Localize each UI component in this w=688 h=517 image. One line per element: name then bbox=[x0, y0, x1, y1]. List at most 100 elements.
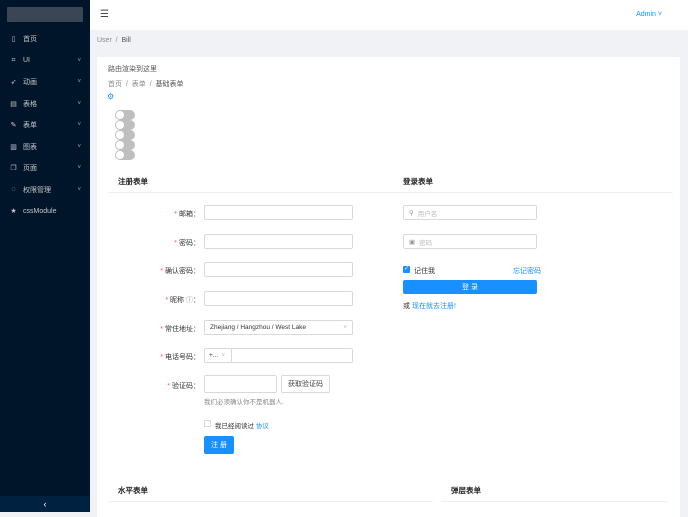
register-now-link[interactable]: 现在就去注册! bbox=[412, 303, 456, 310]
sidebar-item-label: 动画 bbox=[23, 79, 37, 86]
sidebar-item-label: 权限管理 bbox=[23, 186, 51, 194]
chevron-down-icon: ˅ bbox=[77, 143, 81, 150]
sidebar-item[interactable]: ▥ 图表 ˅ bbox=[0, 137, 90, 157]
field-label: * 电话号码： bbox=[160, 354, 200, 361]
field-label: * 昵称 ⓘ： bbox=[165, 297, 200, 304]
sidebar-item-label: 表单 bbox=[23, 122, 37, 129]
star-icon: ★ bbox=[10, 208, 17, 215]
sidebar-item-label: 页面 bbox=[23, 165, 37, 172]
label-text: 验证码 bbox=[172, 383, 193, 390]
remember-label: 记住我 bbox=[414, 268, 435, 275]
chevron-down-icon: ˅ bbox=[77, 79, 81, 85]
sidebar-item-label: UI bbox=[23, 57, 30, 64]
sidebar-item-label: 首页 bbox=[23, 36, 37, 43]
toggle-switch[interactable] bbox=[115, 110, 135, 120]
crumb-home[interactable]: 首页 bbox=[108, 81, 122, 88]
separator: / bbox=[115, 37, 118, 44]
mobile-icon: ▯ bbox=[11, 36, 16, 43]
breadcrumb-bill: Bill bbox=[121, 37, 131, 44]
agree-checkbox[interactable] bbox=[204, 420, 211, 427]
toggle-switch[interactable] bbox=[115, 120, 135, 130]
remember-checkbox[interactable]: ✓ bbox=[403, 266, 410, 273]
sidebar-item[interactable]: ➶ 动画 ˅ bbox=[0, 72, 90, 92]
get-captcha-button[interactable]: 获取验证码 bbox=[281, 375, 330, 393]
chevron-down-icon: ˅ bbox=[77, 57, 81, 64]
modal-form-title: 弹层表单 bbox=[451, 486, 481, 495]
divider bbox=[441, 501, 668, 502]
address-cascader[interactable]: Zhejiang / Hangzhou / West Lake ˅ bbox=[204, 320, 353, 335]
register-input[interactable] bbox=[204, 291, 353, 306]
label-text: 昵称 bbox=[170, 297, 185, 304]
phone-prefix-select[interactable]: +... ˅ bbox=[205, 349, 232, 362]
content-card bbox=[97, 57, 680, 517]
collapse-button[interactable]: ‹ bbox=[0, 496, 90, 512]
toggle-switch[interactable] bbox=[115, 150, 135, 160]
username-placeholder: 用户名 bbox=[417, 210, 438, 218]
register-button[interactable]: 注 册 bbox=[204, 436, 234, 454]
route-text: 路由渲染到这里 bbox=[108, 66, 157, 73]
question-icon[interactable]: ⓘ bbox=[186, 297, 193, 304]
phone-input[interactable]: +... ˅ bbox=[204, 348, 353, 363]
sidebar-item[interactable]: ★ cssModule bbox=[0, 201, 90, 221]
label-text: 密码 bbox=[179, 240, 193, 247]
login-form-title: 登录表单 bbox=[403, 177, 433, 186]
register-form-title: 注册表单 bbox=[118, 177, 148, 186]
sidebar-item[interactable]: ▯ 首页 bbox=[0, 29, 90, 49]
divider bbox=[393, 192, 673, 193]
sidebar-item-label: 表格 bbox=[23, 100, 37, 108]
register-input[interactable] bbox=[204, 234, 353, 249]
user-icon: ⚲ bbox=[409, 209, 414, 217]
register-input[interactable] bbox=[204, 262, 353, 277]
sidebar-item-label: 图表 bbox=[23, 143, 37, 151]
login-button[interactable]: 登 录 bbox=[403, 280, 537, 294]
field-label: * 邮箱： bbox=[174, 211, 200, 218]
table-icon: ▤ bbox=[10, 100, 17, 108]
field-label: * 常住地址： bbox=[160, 326, 200, 333]
field-label: * 确认密码： bbox=[160, 268, 200, 275]
crumb-form[interactable]: 表单 bbox=[132, 81, 146, 88]
captcha-help: 我们必须确认你不是机器人. bbox=[204, 399, 284, 406]
horizontal-form-title: 水平表单 bbox=[118, 486, 148, 495]
lock-icon: ▣ bbox=[409, 238, 416, 246]
content-breadcrumb: 首页 / 表单 / 基础表单 bbox=[108, 79, 183, 89]
chart-icon: ▥ bbox=[10, 143, 17, 151]
sidebar-item[interactable]: ▤ 表格 ˅ bbox=[0, 94, 90, 114]
sidebar-item[interactable]: ✎ 表单 ˅ bbox=[0, 115, 90, 135]
sidebar-item[interactable]: ◌ 权限管理 ˅ bbox=[0, 180, 90, 200]
pages-icon: ❐ bbox=[10, 165, 17, 172]
chevron-down-icon: ˅ bbox=[77, 100, 81, 107]
divider bbox=[108, 192, 393, 193]
sidebar-item[interactable]: ⌗ UI ˅ bbox=[0, 51, 90, 71]
forgot-password-link[interactable]: 忘记密码 bbox=[513, 266, 541, 276]
toggle-switch[interactable] bbox=[115, 130, 135, 140]
chevron-down-icon: ˅ bbox=[77, 186, 81, 193]
password-input[interactable]: ▣ 密码 bbox=[403, 234, 537, 249]
address-value: Zhejiang / Hangzhou / West Lake bbox=[210, 324, 306, 331]
chevron-down-icon: ˅ bbox=[343, 324, 347, 331]
register-input[interactable] bbox=[204, 205, 353, 220]
field-label: * 验证码： bbox=[167, 383, 200, 390]
label-text: 确认密码 bbox=[165, 268, 193, 275]
logo bbox=[7, 7, 83, 22]
sidebar: ▯ 首页 ⌗ UI ˅ ➶ 动画 ˅ ▤ 表格 ˅ ✎ 表单 ˅ ▥ 图表 ˅ ❐ 页面 ˅ ◌ 权限管理 ˅ ★ cssMod… bbox=[0, 0, 90, 512]
agreement-link[interactable]: 协议 bbox=[256, 423, 269, 430]
divider bbox=[108, 501, 433, 502]
toggle-switch[interactable] bbox=[115, 140, 135, 150]
sidebar-item-label: cssModule bbox=[23, 207, 57, 215]
separator: / bbox=[125, 81, 128, 88]
password-placeholder: 密码 bbox=[419, 239, 433, 247]
username-input[interactable]: ⚲ 用户名 bbox=[403, 205, 537, 220]
ui-icon: ⌗ bbox=[11, 56, 16, 64]
breadcrumb-user[interactable]: User bbox=[97, 37, 112, 44]
separator: / bbox=[149, 81, 152, 88]
phone-prefix: +... bbox=[209, 352, 219, 359]
captcha-input[interactable] bbox=[204, 375, 277, 393]
menu-fold-icon[interactable]: ☰ bbox=[100, 9, 109, 20]
header: ☰ Admin ˅ bbox=[90, 0, 688, 30]
agree-text: 我已经阅读过 bbox=[215, 423, 254, 430]
sidebar-item[interactable]: ❐ 页面 ˅ bbox=[0, 158, 90, 178]
user-dropdown[interactable]: Admin ˅ bbox=[636, 11, 662, 18]
field-label: * 密码： bbox=[174, 240, 200, 247]
settings-icon[interactable]: ⚙ bbox=[107, 92, 114, 101]
safety-icon: ◌ bbox=[11, 186, 16, 193]
